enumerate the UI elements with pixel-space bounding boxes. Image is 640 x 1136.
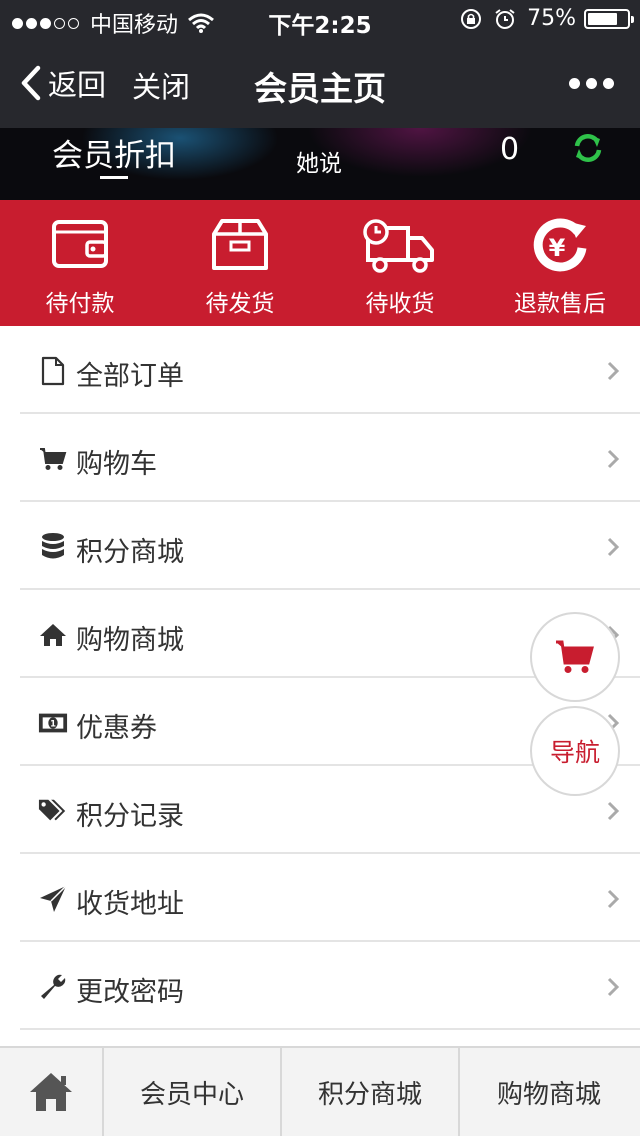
chevron-right-icon: [607, 537, 620, 557]
tab-shopping-mall[interactable]: 购物商城: [460, 1048, 638, 1136]
tab-points-mall[interactable]: 积分商城: [282, 1048, 460, 1136]
tab-home[interactable]: [0, 1048, 104, 1136]
chevron-left-icon: [21, 65, 41, 101]
menu-icon-wrap: [38, 444, 68, 474]
member-count: 0: [500, 132, 520, 167]
order-refund-aftersale[interactable]: ¥ 退款售后: [480, 200, 640, 326]
wallet-icon: [52, 220, 108, 268]
order-label: 待发货: [205, 291, 275, 317]
menu-item-change-password[interactable]: 更改密码: [20, 942, 640, 1030]
chevron-right-icon: [607, 361, 620, 381]
back-button[interactable]: 返回: [20, 62, 106, 104]
money-icon: 1: [38, 713, 68, 733]
floating-cart-button[interactable]: [530, 612, 620, 702]
chevron-right-icon: [607, 889, 620, 909]
more-dot: [603, 78, 614, 89]
tab-member-center[interactable]: 会员中心: [104, 1048, 282, 1136]
status-bar: 中国移动 下午2:25 75%: [0, 0, 640, 40]
menu-item-shopping-cart[interactable]: 购物车: [20, 414, 640, 502]
chevron-right-icon: [607, 801, 620, 821]
menu-icon-wrap: [38, 796, 68, 826]
nav-bar: 返回 关闭 会员主页: [0, 40, 640, 128]
order-icon-wrap: [320, 218, 480, 278]
refund-yen-icon: ¥: [533, 218, 587, 272]
discount-tab-underline: [100, 176, 128, 179]
menu-icon-wrap: [38, 532, 68, 562]
member-name: 她说: [296, 151, 342, 177]
document-icon: [41, 356, 65, 386]
svg-text:1: 1: [50, 718, 56, 728]
delivery-truck-icon: [363, 219, 434, 273]
menu-label: 积分商城: [76, 537, 184, 568]
battery-percent: 75%: [527, 6, 576, 31]
order-icon-wrap: [160, 218, 320, 278]
home-icon: [30, 1073, 72, 1111]
order-label: 待付款: [45, 291, 115, 317]
order-pending-receipt[interactable]: 待收货: [320, 200, 480, 326]
menu-icon-wrap: 1: [38, 708, 68, 738]
member-discount-tab[interactable]: 会员折扣: [52, 130, 176, 175]
member-hero: 会员折扣 她说 0: [0, 128, 640, 200]
refresh-button[interactable]: [572, 132, 604, 168]
order-icon-wrap: [0, 218, 160, 278]
menu-icon-wrap: [38, 620, 68, 650]
more-options-button[interactable]: [563, 78, 614, 89]
status-right: 75%: [459, 6, 634, 31]
order-status-bar: 待付款 待发货 待收货 ¥ 退款售后: [0, 200, 640, 326]
svg-text:¥: ¥: [549, 234, 566, 262]
menu-item-all-orders[interactable]: 全部订单: [20, 326, 640, 414]
more-dot: [586, 78, 597, 89]
order-pending-payment[interactable]: 待付款: [0, 200, 160, 326]
paper-plane-icon: [40, 885, 67, 912]
chevron-right-icon: [607, 977, 620, 997]
order-icon-wrap: ¥: [480, 218, 640, 278]
wrench-icon: [41, 974, 66, 999]
menu-label: 购物车: [76, 449, 157, 480]
menu-item-points-mall[interactable]: 积分商城: [20, 502, 640, 590]
database-icon: [42, 533, 64, 559]
box-icon: [212, 219, 268, 270]
menu-label: 购物商城: [76, 625, 184, 656]
menu-label: 全部订单: [76, 361, 184, 392]
chevron-right-icon: [607, 449, 620, 469]
menu-label: 优惠券: [76, 713, 157, 744]
refresh-icon: [574, 133, 602, 163]
top-header: 中国移动 下午2:25 75% 返回 关闭 会员主页: [0, 0, 640, 128]
menu-label: 收货地址: [76, 889, 184, 920]
floating-nav-button[interactable]: 导航: [530, 706, 620, 796]
menu-label: 积分记录: [76, 801, 184, 832]
tags-icon: [38, 799, 66, 821]
order-label: 待收货: [365, 291, 435, 317]
battery-fill: [588, 12, 617, 25]
menu-icon-wrap: [38, 884, 68, 914]
bottom-tab-bar: 会员中心 积分商城 购物商城: [0, 1046, 640, 1136]
menu-icon-wrap: [38, 356, 68, 386]
order-pending-shipment[interactable]: 待发货: [160, 200, 320, 326]
back-label: 返回: [48, 68, 107, 102]
cart-icon: [40, 448, 67, 470]
alarm-icon: [495, 8, 515, 29]
menu-label: 更改密码: [76, 977, 184, 1008]
cart-icon: [556, 640, 594, 673]
menu-item-shipping-address[interactable]: 收货地址: [20, 854, 640, 942]
rotation-lock-icon: [461, 8, 482, 29]
home-icon: [40, 624, 66, 646]
menu-icon-wrap: [38, 972, 68, 1002]
close-button[interactable]: 关闭: [132, 64, 190, 106]
more-dot: [569, 78, 580, 89]
battery-icon: [584, 8, 634, 29]
order-label: 退款售后: [514, 291, 606, 317]
